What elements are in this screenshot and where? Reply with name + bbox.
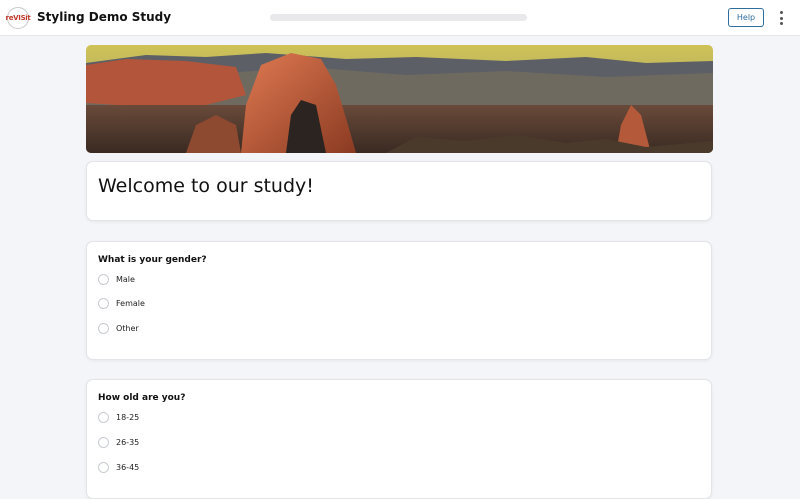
welcome-heading: Welcome to our study!: [98, 175, 314, 197]
help-button[interactable]: Help: [728, 8, 764, 27]
question-prompt: What is your gender?: [98, 255, 207, 265]
radio-option-other[interactable]: Other: [98, 321, 139, 335]
top-app-bar: reVISit Styling Demo Study Help: [0, 0, 800, 36]
option-label: 26-35: [116, 437, 140, 447]
study-progress-bar: [270, 14, 527, 21]
radio-option-26-35[interactable]: 26-35: [98, 435, 139, 449]
radio-circle-icon[interactable]: [98, 461, 109, 473]
option-label: Female: [116, 298, 145, 308]
radio-option-18-25[interactable]: 18-25: [98, 410, 139, 424]
radio-option-female[interactable]: Female: [98, 296, 145, 310]
radio-circle-icon[interactable]: [98, 322, 109, 334]
option-label: Other: [116, 323, 139, 333]
radio-circle-icon[interactable]: [98, 411, 109, 423]
banner-image: [86, 45, 713, 153]
kebab-menu-icon[interactable]: [777, 11, 785, 25]
revisit-logo-icon: reVISit: [6, 7, 31, 29]
question-prompt: How old are you?: [98, 393, 186, 403]
option-label: Male: [116, 274, 135, 284]
option-label: 18-25: [116, 412, 140, 422]
radio-circle-icon[interactable]: [98, 273, 109, 285]
question-card-gender: What is your gender? Male Female Other: [86, 241, 712, 360]
radio-circle-icon[interactable]: [98, 297, 109, 309]
radio-option-36-45[interactable]: 36-45: [98, 460, 139, 474]
welcome-card: Welcome to our study!: [86, 161, 712, 221]
question-card-age: How old are you? 18-25 26-35 36-45: [86, 379, 712, 499]
study-title: Styling Demo Study: [37, 10, 172, 24]
radio-circle-icon[interactable]: [98, 436, 109, 448]
option-label: 36-45: [116, 462, 140, 472]
radio-option-male[interactable]: Male: [98, 272, 135, 286]
